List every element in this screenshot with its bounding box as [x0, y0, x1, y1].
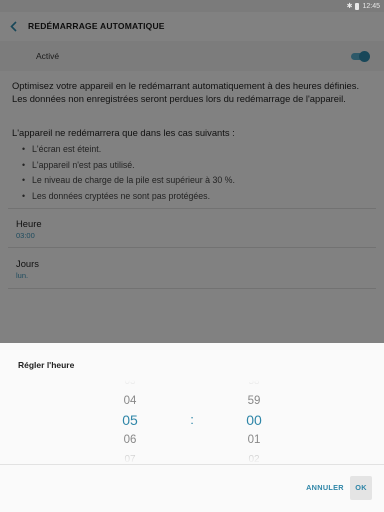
- ok-button[interactable]: OK: [350, 476, 372, 500]
- minute-option[interactable]: 01: [234, 431, 274, 451]
- battery-icon: [355, 2, 360, 10]
- status-time: 12:45: [362, 2, 380, 10]
- hour-wheel[interactable]: 03 04 05 06 07: [110, 380, 150, 464]
- dialog-title: Régler l'heure: [18, 360, 75, 370]
- minute-option[interactable]: 59: [234, 392, 274, 412]
- minute-selected[interactable]: 00: [234, 411, 274, 431]
- minute-wheel[interactable]: 58 59 00 01 02: [234, 380, 274, 464]
- hour-option[interactable]: 03: [110, 380, 150, 392]
- time-picker-sheet: Régler l'heure 03 04 05 06 07 : 58 59 00…: [0, 343, 384, 512]
- bluetooth-icon: ✱: [346, 3, 353, 10]
- minute-option[interactable]: 58: [234, 380, 274, 392]
- divider: [0, 464, 384, 465]
- time-separator: :: [190, 412, 194, 427]
- picker-fade-top: [0, 380, 384, 394]
- hour-option[interactable]: 04: [110, 392, 150, 412]
- hour-selected[interactable]: 05: [110, 411, 150, 431]
- dim-overlay[interactable]: [0, 12, 384, 343]
- hour-option[interactable]: 06: [110, 431, 150, 451]
- picker-fade-bottom: [0, 450, 384, 464]
- cancel-button[interactable]: ANNULER: [302, 476, 348, 500]
- hour-option[interactable]: 07: [110, 450, 150, 464]
- time-picker: 03 04 05 06 07 : 58 59 00 01 02: [0, 380, 384, 464]
- minute-option[interactable]: 02: [234, 450, 274, 464]
- status-bar: ✱ 12:45: [0, 0, 384, 12]
